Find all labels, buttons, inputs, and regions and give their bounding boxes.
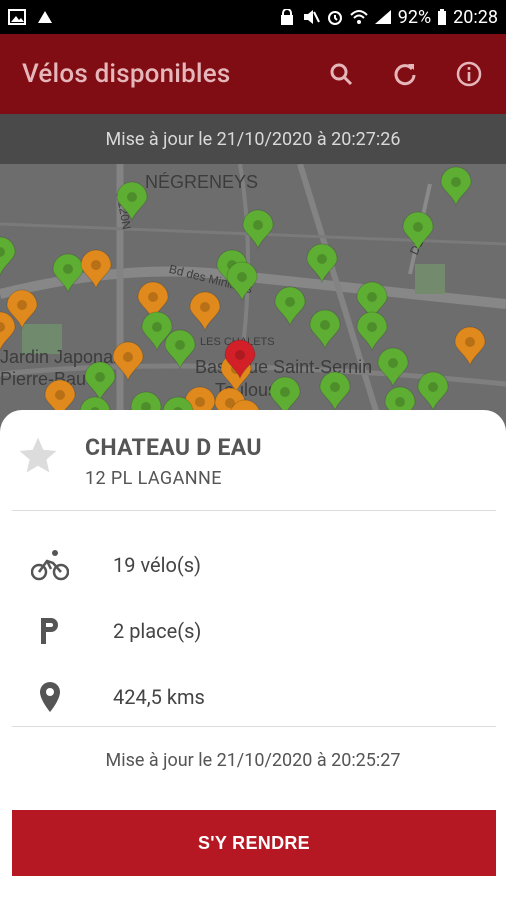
station-sheet: CHATEAU D EAU 12 PL LAGANNE 19 vélo(s) 2… bbox=[0, 410, 506, 900]
station-pin[interactable] bbox=[454, 326, 486, 367]
bikes-row: 19 vélo(s) bbox=[0, 540, 506, 590]
station-pin[interactable] bbox=[377, 347, 409, 388]
station-pin[interactable] bbox=[116, 181, 148, 222]
map[interactable]: NÉGRENEYS D120N D188 Bd des Minimes LES … bbox=[0, 164, 506, 424]
search-button[interactable] bbox=[326, 59, 356, 89]
status-bar: 92% 20:28 bbox=[0, 0, 506, 34]
mute-icon bbox=[303, 10, 320, 24]
station-pin[interactable] bbox=[189, 291, 221, 332]
station-pin[interactable] bbox=[417, 371, 449, 412]
update-banner: Mise à jour le 21/10/2020 à 20:27:26 bbox=[0, 114, 506, 164]
app-bar: Vélos disponibles bbox=[0, 34, 506, 114]
location-pin-icon bbox=[30, 677, 70, 717]
station-pin[interactable] bbox=[306, 243, 338, 284]
app-notification-icon bbox=[38, 11, 52, 23]
gallery-icon bbox=[8, 9, 26, 25]
station-pin[interactable] bbox=[440, 166, 472, 207]
places-row: 2 place(s) bbox=[0, 606, 506, 656]
station-pin[interactable] bbox=[309, 309, 341, 350]
battery-icon bbox=[438, 9, 447, 25]
info-icon bbox=[456, 61, 482, 87]
parking-icon bbox=[30, 611, 70, 651]
search-icon bbox=[330, 63, 353, 86]
station-pin[interactable] bbox=[274, 286, 306, 327]
lock-icon bbox=[280, 9, 293, 25]
station-pin[interactable] bbox=[319, 371, 351, 412]
places-count: 2 place(s) bbox=[113, 619, 202, 643]
map-pins[interactable] bbox=[0, 164, 506, 424]
info-button[interactable] bbox=[454, 59, 484, 89]
station-name: CHATEAU D EAU bbox=[85, 434, 262, 461]
signal-icon bbox=[374, 10, 391, 24]
station-pin[interactable] bbox=[402, 211, 434, 252]
station-header: CHATEAU D EAU 12 PL LAGANNE bbox=[0, 410, 506, 510]
station-pin[interactable] bbox=[80, 249, 112, 290]
distance-value: 424,5 kms bbox=[113, 685, 205, 709]
bikes-count: 19 vélo(s) bbox=[113, 553, 202, 577]
station-pin[interactable] bbox=[356, 311, 388, 352]
page-title: Vélos disponibles bbox=[22, 59, 231, 89]
station-pin[interactable] bbox=[84, 361, 116, 402]
station-pin[interactable] bbox=[52, 253, 84, 294]
station-pin[interactable] bbox=[164, 329, 196, 370]
station-pin[interactable] bbox=[0, 311, 16, 352]
battery-percent: 92% bbox=[397, 6, 432, 28]
wifi-icon bbox=[350, 10, 368, 24]
station-address: 12 PL LAGANNE bbox=[85, 468, 222, 489]
refresh-icon bbox=[394, 64, 416, 86]
go-there-button[interactable]: S'Y RENDRE bbox=[12, 810, 496, 876]
distance-row: 424,5 kms bbox=[0, 672, 506, 722]
clock: 20:28 bbox=[453, 6, 498, 28]
station-pin[interactable] bbox=[112, 341, 144, 382]
station-pin[interactable] bbox=[242, 209, 274, 250]
bike-icon bbox=[30, 545, 70, 585]
station-pin[interactable] bbox=[0, 236, 16, 277]
station-pin[interactable] bbox=[226, 261, 258, 302]
station-update-time: Mise à jour le 21/10/2020 à 20:25:27 bbox=[105, 750, 401, 771]
divider bbox=[12, 510, 496, 511]
divider bbox=[12, 726, 496, 727]
alarm-icon bbox=[327, 11, 342, 25]
refresh-button[interactable] bbox=[390, 59, 420, 89]
favorite-star-icon[interactable] bbox=[16, 434, 60, 478]
